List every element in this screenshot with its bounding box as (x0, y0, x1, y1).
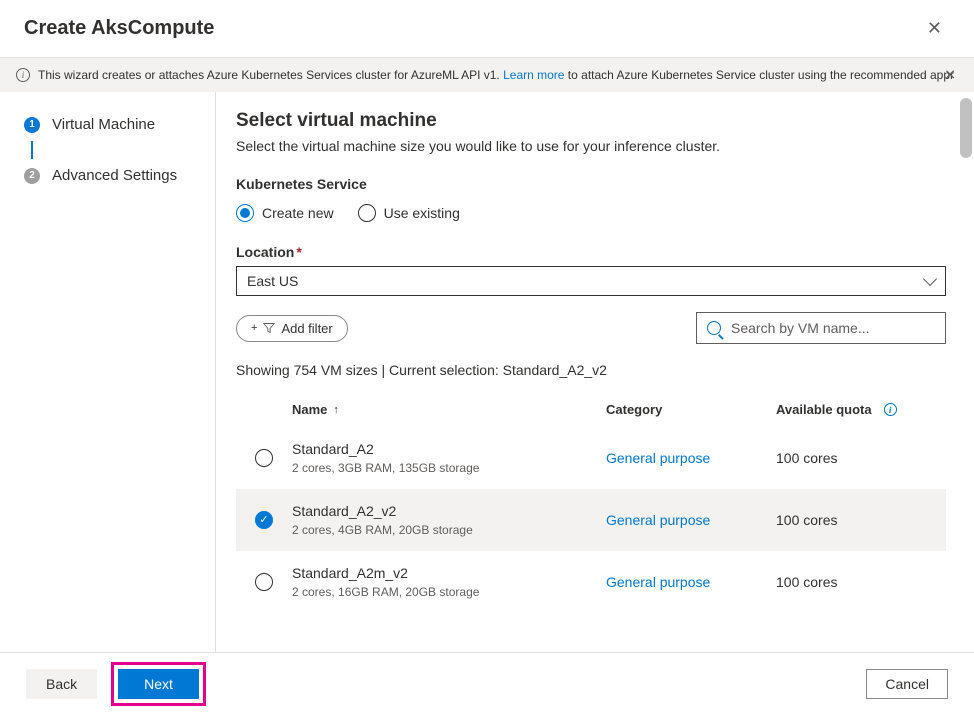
add-filter-label: Add filter (281, 321, 332, 336)
radio-label: Use existing (384, 205, 460, 221)
vm-category-link[interactable]: General purpose (606, 512, 710, 528)
radio-create-new[interactable]: Create new (236, 204, 334, 222)
step-virtual-machine[interactable]: 1 Virtual Machine (24, 116, 199, 133)
page-title: Select virtual machine (236, 110, 946, 132)
row-select-radio[interactable]: ✓ (255, 449, 273, 467)
vm-row[interactable]: ✓ Standard_A2_v2 2 cores, 4GB RAM, 20GB st… (236, 489, 946, 551)
vm-quota: 100 cores (776, 574, 946, 590)
filter-icon (263, 322, 275, 334)
vm-specs: 2 cores, 3GB RAM, 135GB storage (292, 461, 606, 475)
next-button-highlight: Next (111, 662, 206, 706)
radio-icon (236, 204, 254, 222)
column-category[interactable]: Category (606, 402, 776, 417)
column-available-quota[interactable]: Available quota i (776, 402, 946, 417)
location-select[interactable]: East US (236, 266, 946, 296)
add-filter-button[interactable]: + Add filter (236, 315, 348, 342)
info-text-after: to attach Azure Kubernetes Service clust… (564, 68, 954, 82)
close-button[interactable]: ✕ (919, 14, 950, 43)
info-learn-more-link[interactable]: Learn more (503, 68, 564, 82)
column-name[interactable]: Name ↑ (292, 402, 606, 417)
dialog-footer: Back Next Cancel (0, 652, 974, 714)
column-category-label: Category (606, 402, 662, 417)
cancel-button[interactable]: Cancel (866, 669, 948, 699)
vm-category-link[interactable]: General purpose (606, 574, 710, 590)
sort-ascending-icon: ↑ (333, 404, 339, 416)
radio-label: Create new (262, 205, 334, 221)
dialog-header: Create AksCompute ✕ (0, 0, 974, 58)
step-connector (31, 141, 33, 159)
main-panel: Select virtual machine Select the virtua… (215, 92, 974, 652)
dialog-title: Create AksCompute (24, 17, 214, 40)
step-advanced-settings[interactable]: 2 Advanced Settings (24, 167, 199, 184)
vm-specs: 2 cores, 16GB RAM, 20GB storage (292, 585, 606, 599)
required-asterisk: * (296, 244, 301, 260)
vm-quota: 100 cores (776, 450, 946, 466)
close-icon: ✕ (927, 18, 942, 38)
vm-specs: 2 cores, 4GB RAM, 20GB storage (292, 523, 606, 537)
filter-row: + Add filter (236, 312, 946, 344)
location-value: East US (247, 273, 298, 289)
info-icon: i (16, 68, 30, 82)
kubernetes-service-options: Create new Use existing (236, 204, 946, 222)
step-number-icon: 1 (24, 117, 40, 133)
dismiss-info-button[interactable]: ✕ (938, 66, 962, 85)
radio-use-existing[interactable]: Use existing (358, 204, 460, 222)
info-icon[interactable]: i (884, 403, 897, 416)
next-button[interactable]: Next (118, 669, 199, 699)
vm-name: Standard_A2 (292, 441, 606, 457)
vm-table: Name ↑ Category Available quota i ✓ Stand… (236, 392, 946, 613)
column-quota-label: Available quota (776, 402, 872, 417)
dialog-body: 1 Virtual Machine 2 Advanced Settings Se… (0, 92, 974, 652)
step-label: Virtual Machine (52, 116, 155, 133)
location-label-text: Location (236, 244, 294, 260)
wizard-steps-sidebar: 1 Virtual Machine 2 Advanced Settings (0, 92, 215, 652)
vm-summary-text: Showing 754 VM sizes | Current selection… (236, 362, 946, 378)
kubernetes-service-label: Kubernetes Service (236, 176, 946, 192)
info-banner: i This wizard creates or attaches Azure … (0, 58, 974, 92)
page-subtitle: Select the virtual machine size you woul… (236, 138, 946, 154)
info-text-before: This wizard creates or attaches Azure Ku… (38, 68, 503, 82)
back-button[interactable]: Back (26, 669, 97, 699)
vm-quota: 100 cores (776, 512, 946, 528)
row-select-radio[interactable]: ✓ (255, 573, 273, 591)
search-icon (707, 321, 721, 335)
vm-search-input[interactable] (729, 319, 935, 337)
vm-category-link[interactable]: General purpose (606, 450, 710, 466)
radio-icon (358, 204, 376, 222)
close-icon: ✕ (944, 67, 956, 83)
vm-row[interactable]: ✓ Standard_A2m_v2 2 cores, 16GB RAM, 20GB … (236, 551, 946, 613)
checkmark-icon: ✓ (259, 515, 268, 526)
plus-icon: + (251, 322, 257, 334)
scrollbar-thumb[interactable] (960, 98, 972, 158)
row-select-radio[interactable]: ✓ (255, 511, 273, 529)
chevron-down-icon (923, 272, 937, 286)
vm-table-header: Name ↑ Category Available quota i (236, 392, 946, 427)
step-label: Advanced Settings (52, 167, 177, 184)
step-number-icon: 2 (24, 168, 40, 184)
column-name-label: Name (292, 402, 327, 417)
vm-row[interactable]: ✓ Standard_A2 2 cores, 3GB RAM, 135GB stor… (236, 427, 946, 489)
vm-name: Standard_A2m_v2 (292, 565, 606, 581)
info-text: This wizard creates or attaches Azure Ku… (38, 68, 954, 82)
location-label: Location* (236, 244, 946, 260)
vm-search-box[interactable] (696, 312, 946, 344)
vm-name: Standard_A2_v2 (292, 503, 606, 519)
